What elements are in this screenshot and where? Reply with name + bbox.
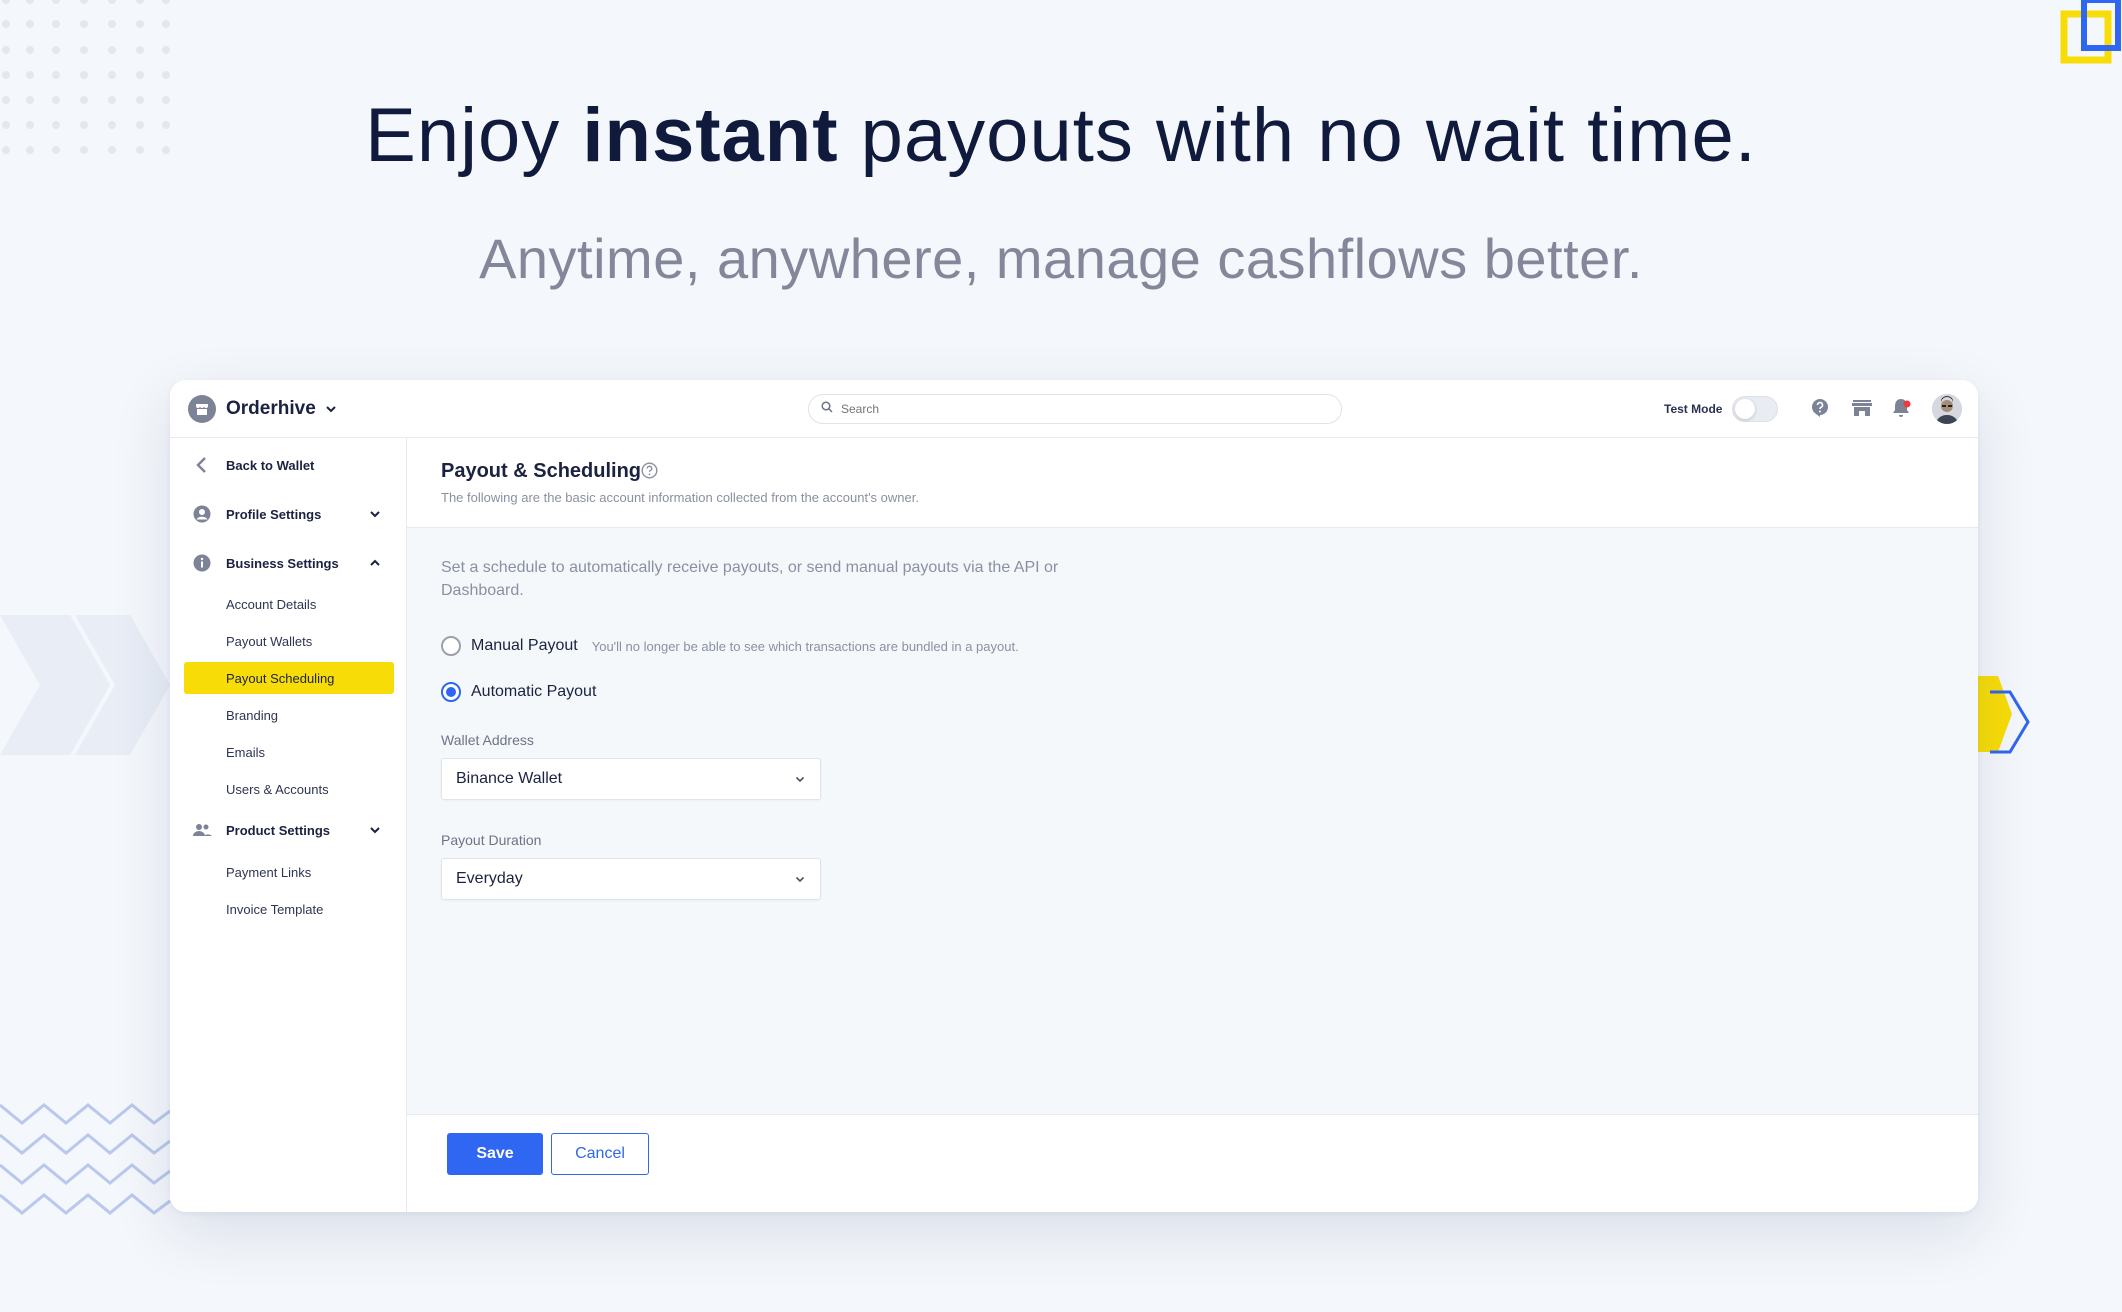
bell-icon[interactable] [1890, 396, 1914, 420]
chevron-down-icon [368, 507, 382, 521]
sidebar-item-emails[interactable]: Emails [184, 736, 394, 768]
page-header: Payout & Scheduling The following are th… [407, 438, 1978, 528]
store-icon[interactable] [1850, 396, 1874, 420]
sidebar-item-account-details[interactable]: Account Details [184, 588, 394, 620]
info-circle-icon [192, 553, 212, 573]
toggle-knob [1735, 399, 1755, 419]
notification-dot [1903, 400, 1911, 408]
user-circle-icon [192, 504, 212, 524]
help-circle-icon[interactable] [1808, 396, 1832, 420]
sidebar-item-users-accounts[interactable]: Users & Accounts [184, 773, 394, 805]
chevron-down-icon [794, 773, 806, 785]
manual-payout-label: Manual Payout [471, 637, 578, 654]
test-mode-toggle[interactable] [1732, 396, 1778, 422]
app-window: Orderhive Test Mode [170, 380, 1978, 1212]
profile-settings-label: Profile Settings [226, 506, 322, 522]
hero-title-emphasis: instant [582, 93, 839, 178]
brand-switcher[interactable]: Orderhive [188, 395, 338, 423]
back-to-wallet-label: Back to Wallet [226, 457, 315, 473]
brand-logo [2060, 0, 2121, 64]
search-bar[interactable] [808, 394, 1342, 424]
main-panel: Payout & Scheduling The following are th… [407, 438, 1978, 1212]
people-icon [192, 820, 212, 840]
cancel-button[interactable]: Cancel [551, 1133, 649, 1175]
store-logo-icon [188, 395, 216, 423]
sidebar-item-branding[interactable]: Branding [184, 699, 394, 731]
brand-name: Orderhive [226, 398, 316, 419]
automatic-payout-label: Automatic Payout [471, 683, 597, 700]
page-title: Payout & Scheduling [441, 460, 642, 482]
product-settings-label: Product Settings [226, 822, 331, 838]
chevron-down-icon [324, 402, 338, 416]
form-footer: Save Cancel [407, 1114, 1978, 1212]
test-mode-label: Test Mode [1664, 402, 1723, 416]
save-button[interactable]: Save [447, 1133, 543, 1175]
wallet-address-value: Binance Wallet [456, 770, 563, 787]
sidebar-item-payout-wallets[interactable]: Payout Wallets [184, 625, 394, 657]
page-description: The following are the basic account info… [441, 490, 919, 505]
hero-subtitle: Anytime, anywhere, manage cashflows bett… [479, 227, 1643, 290]
sidebar: Back to Wallet Profile Settings Business… [170, 438, 407, 1212]
manual-payout-radio[interactable] [441, 636, 461, 656]
sidebar-item-payment-links[interactable]: Payment Links [184, 856, 394, 888]
payout-duration-select[interactable]: Everyday [441, 858, 821, 900]
back-to-wallet-link[interactable]: Back to Wallet [170, 450, 407, 480]
manual-payout-note: You'll no longer be able to see which tr… [591, 638, 1019, 654]
search-icon [821, 400, 833, 418]
payout-duration-label: Payout Duration [441, 832, 542, 848]
page: Enjoy instant payouts with no wait time.… [0, 0, 2122, 1312]
sidebar-item-product-settings[interactable]: Product Settings [170, 815, 407, 845]
chevron-up-icon [368, 556, 382, 570]
avatar[interactable] [1932, 394, 1962, 424]
sidebar-item-invoice-template[interactable]: Invoice Template [184, 893, 394, 925]
manual-payout-option[interactable]: Manual Payout You'll no longer be able t… [441, 636, 1019, 656]
sidebar-item-business-settings[interactable]: Business Settings [170, 548, 407, 578]
sidebar-item-profile-settings[interactable]: Profile Settings [170, 499, 407, 529]
chevrons-decoration [0, 615, 170, 755]
question-circle-icon[interactable] [641, 462, 658, 484]
chevron-down-icon [794, 873, 806, 885]
wallet-address-select[interactable]: Binance Wallet [441, 758, 821, 800]
top-bar: Orderhive Test Mode [170, 380, 1978, 438]
wallet-address-label: Wallet Address [441, 732, 534, 748]
intro-text: Set a schedule to automatically receive … [441, 559, 1059, 599]
chevron-down-icon [368, 823, 382, 837]
payout-duration-value: Everyday [456, 870, 523, 887]
automatic-payout-radio[interactable] [441, 682, 461, 702]
automatic-payout-option[interactable]: Automatic Payout [441, 682, 596, 702]
business-settings-label: Business Settings [226, 555, 339, 571]
search-input[interactable] [841, 402, 1321, 416]
sidebar-item-payout-scheduling[interactable]: Payout Scheduling [184, 662, 394, 694]
chevron-left-icon [192, 455, 212, 475]
payout-settings-form: Set a schedule to automatically receive … [407, 528, 1978, 1114]
hero-title: Enjoy instant payouts with no wait time. [365, 93, 1757, 178]
